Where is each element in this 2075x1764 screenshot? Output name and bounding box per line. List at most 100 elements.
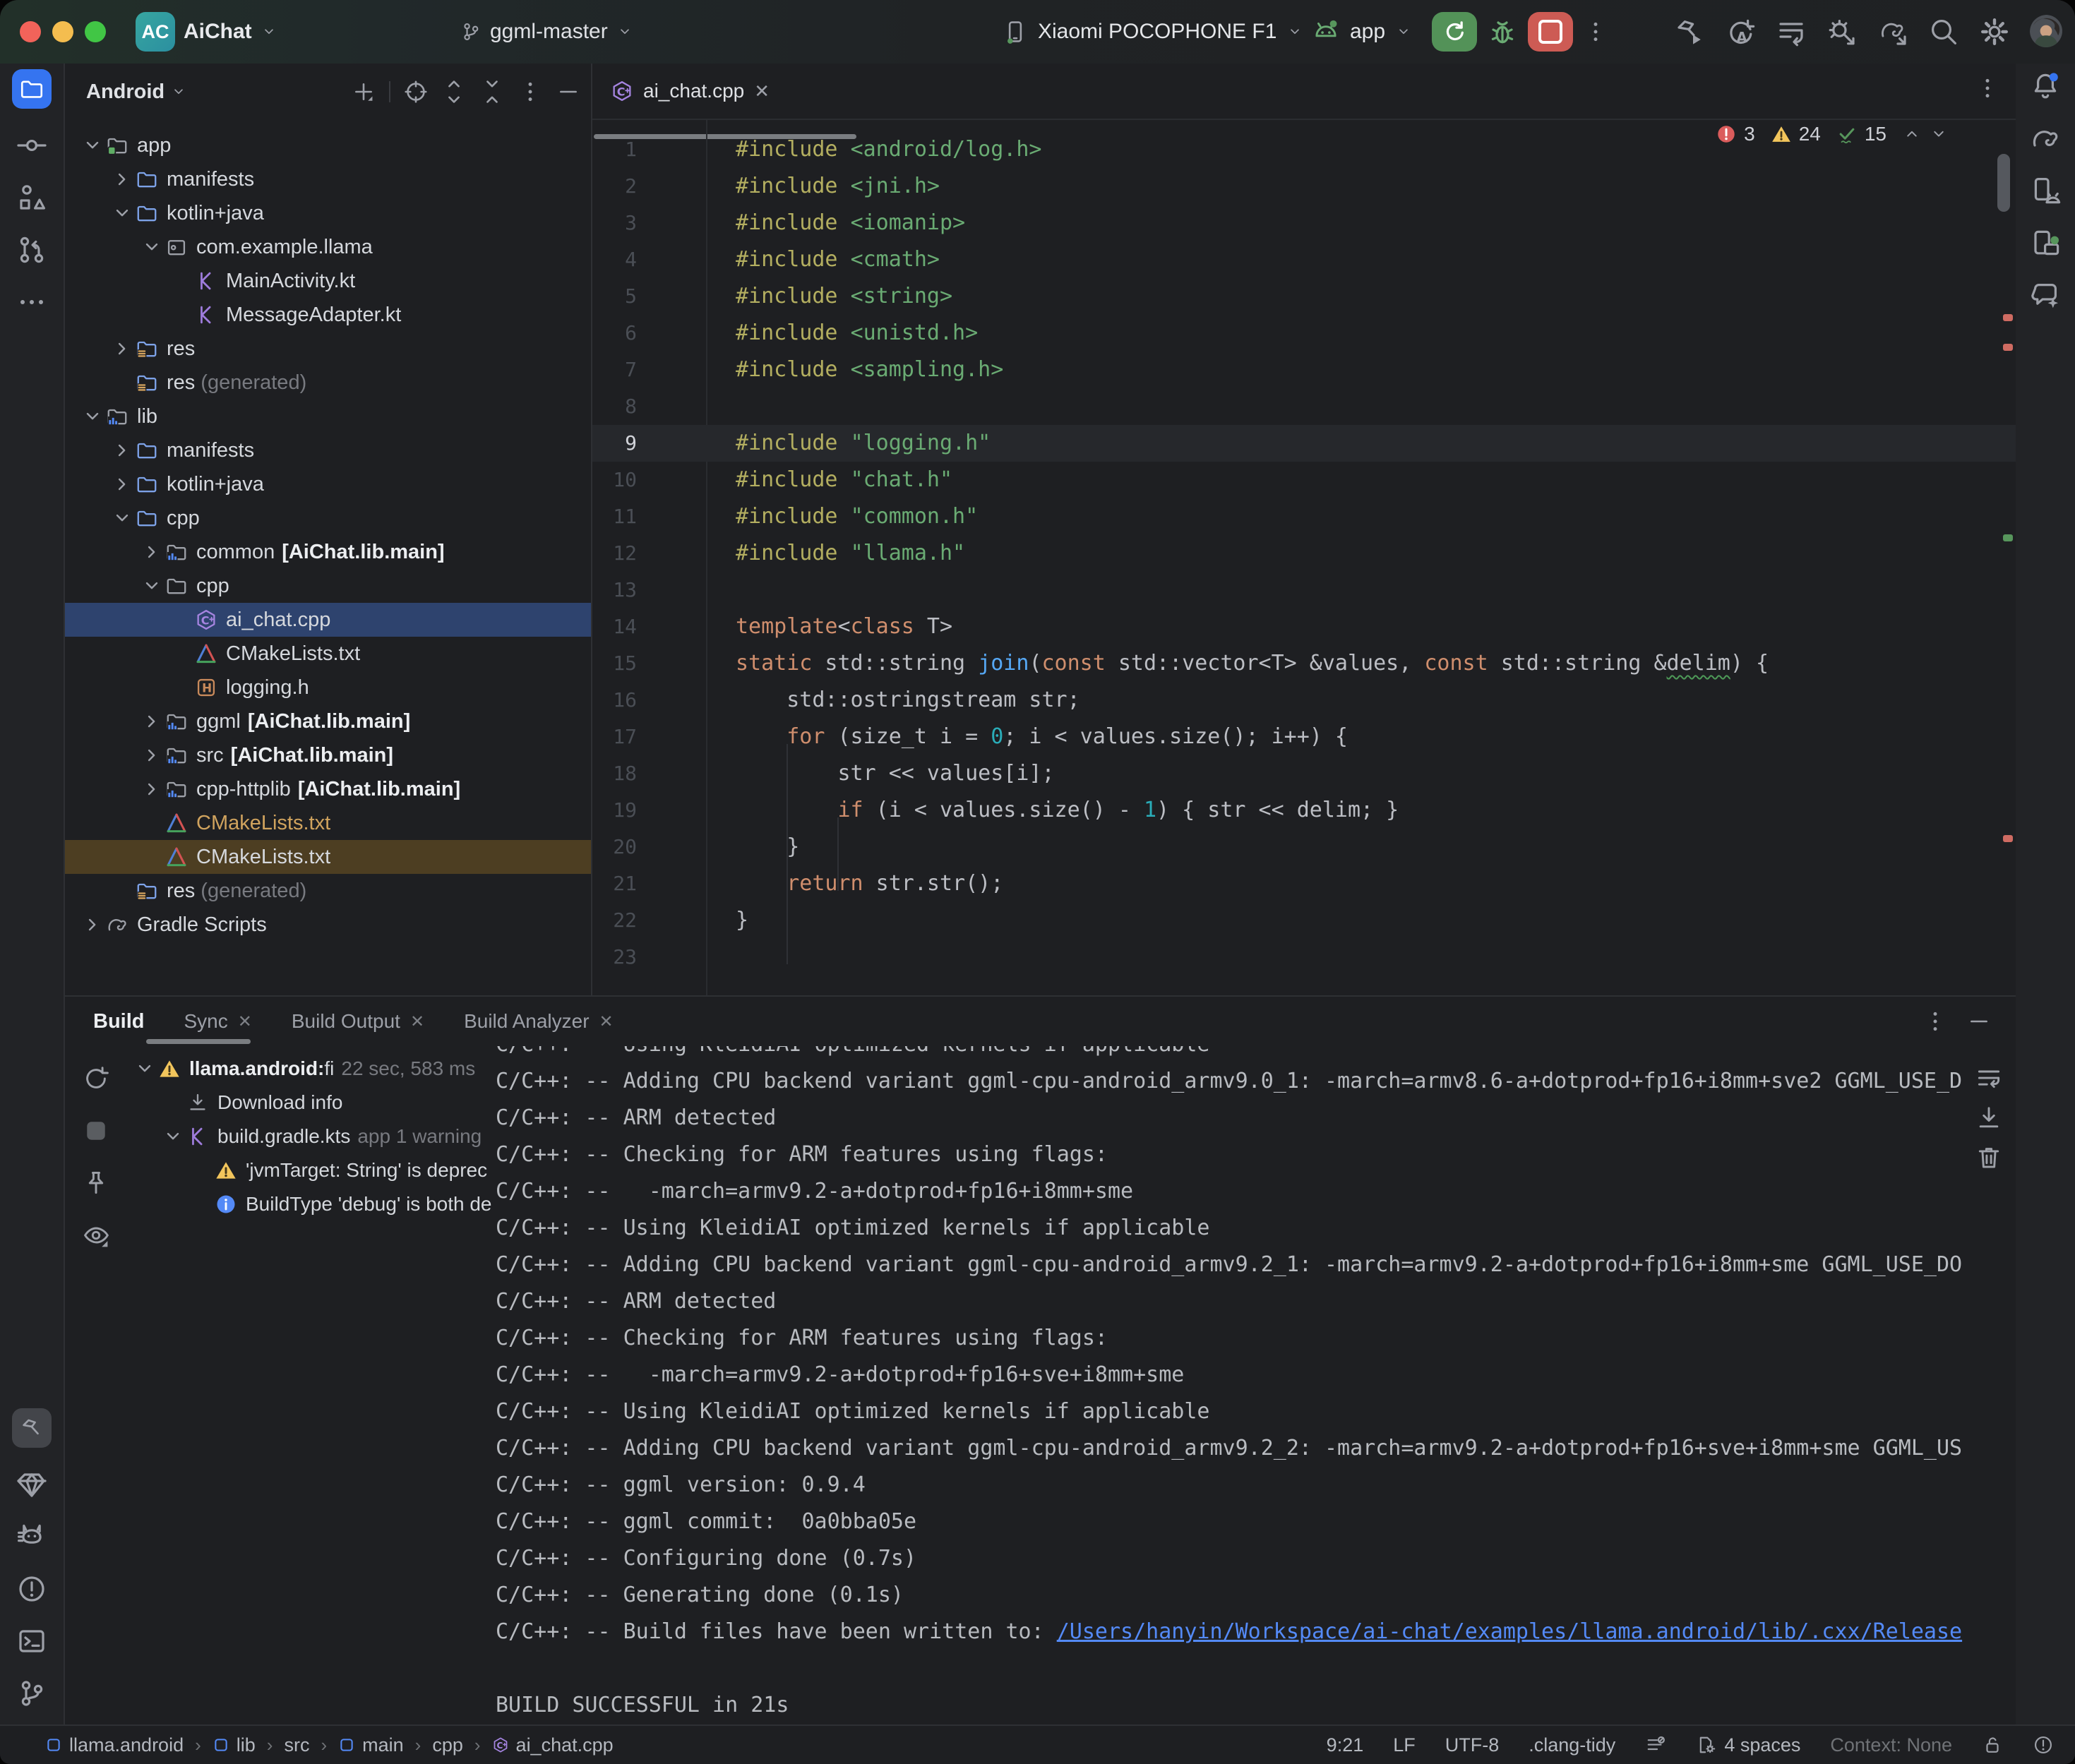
breadcrumb-item[interactable]: main bbox=[338, 1734, 404, 1756]
running-devices-icon[interactable] bbox=[2030, 227, 2061, 258]
close-window-button[interactable] bbox=[20, 21, 41, 42]
sync-translations-icon[interactable]: A bbox=[1725, 16, 1756, 47]
build-variants-icon[interactable] bbox=[1776, 16, 1807, 47]
breadcrumb[interactable]: llama.android›lib›src›main›cpp›Cai_chat.… bbox=[0, 1734, 614, 1756]
terminal-tool-icon[interactable] bbox=[16, 1626, 47, 1657]
stop-button[interactable] bbox=[1528, 12, 1573, 52]
project-tree[interactable]: appmanifestskotlin+javacom.example.llama… bbox=[65, 128, 591, 995]
more-run-options-button[interactable] bbox=[1583, 19, 1608, 44]
rerun-button[interactable] bbox=[1432, 12, 1477, 52]
chevron-right-icon[interactable] bbox=[110, 472, 134, 496]
add-new-icon[interactable] bbox=[351, 79, 376, 104]
clear-log-icon[interactable] bbox=[1975, 1144, 2003, 1172]
hide-panel-icon[interactable] bbox=[556, 79, 581, 104]
app-quality-insights-icon[interactable] bbox=[16, 1469, 47, 1500]
project-tree-row[interactable]: cpp-httplib[AiChat.lib.main] bbox=[65, 772, 591, 806]
device-manager-icon[interactable] bbox=[2030, 175, 2061, 206]
chevron-right-icon[interactable] bbox=[140, 743, 164, 767]
project-tree-row[interactable]: res(generated) bbox=[65, 874, 591, 908]
vcs-branch-widget[interactable]: ggml-master bbox=[460, 0, 633, 64]
suspend-icon[interactable] bbox=[82, 1117, 110, 1145]
project-widget[interactable]: AC AiChat bbox=[136, 0, 277, 64]
build-run-icon[interactable] bbox=[1674, 16, 1705, 47]
formatter-icon[interactable] bbox=[1645, 1734, 1666, 1756]
breadcrumb-item[interactable]: src bbox=[284, 1734, 309, 1756]
close-icon[interactable]: ✕ bbox=[599, 1012, 614, 1032]
lock-icon[interactable] bbox=[1982, 1734, 2003, 1756]
notifications-bell-icon[interactable] bbox=[2030, 71, 2061, 102]
project-tree-row[interactable]: com.example.llama bbox=[65, 230, 591, 264]
minimize-window-button[interactable] bbox=[52, 21, 73, 42]
project-tool-button[interactable] bbox=[12, 69, 52, 109]
version-control-tool-icon[interactable] bbox=[16, 1678, 47, 1709]
project-tree-row[interactable]: CMakeLists.txt bbox=[65, 637, 591, 671]
build-tree-row[interactable]: build.gradle.ktsapp 1 warning bbox=[126, 1120, 496, 1153]
scroll-to-end-icon[interactable] bbox=[1975, 1104, 2003, 1132]
project-tree-row[interactable]: manifests bbox=[65, 162, 591, 196]
expand-all-icon[interactable] bbox=[441, 79, 467, 104]
project-tree-row[interactable]: common[AiChat.lib.main] bbox=[65, 535, 591, 569]
inspection-profile[interactable]: .clang-tidy bbox=[1529, 1734, 1615, 1756]
chevron-down-icon[interactable] bbox=[140, 574, 164, 598]
line-separator[interactable]: LF bbox=[1393, 1734, 1416, 1756]
debug-button[interactable] bbox=[1487, 16, 1518, 47]
close-icon[interactable]: ✕ bbox=[410, 1012, 424, 1032]
chevron-right-icon[interactable] bbox=[140, 777, 164, 801]
chevron-down-icon[interactable] bbox=[140, 235, 164, 259]
hide-build-panel-icon[interactable] bbox=[1966, 1009, 1992, 1034]
chevron-right-icon[interactable] bbox=[140, 540, 164, 564]
close-tab-icon[interactable]: ✕ bbox=[754, 80, 770, 102]
project-tree-row[interactable]: CMakeLists.txt bbox=[65, 806, 591, 840]
chevron-down-icon[interactable] bbox=[80, 133, 104, 157]
project-tree-row[interactable]: app bbox=[65, 128, 591, 162]
tab-sync[interactable]: Sync✕ bbox=[184, 1010, 252, 1033]
prev-problem-icon[interactable] bbox=[1902, 124, 1922, 144]
project-tree-row[interactable]: cpp bbox=[65, 569, 591, 603]
project-tree-row[interactable]: MainActivity.kt bbox=[65, 264, 591, 298]
project-tree-row[interactable]: cpp bbox=[65, 501, 591, 535]
chevron-down-icon[interactable] bbox=[133, 1057, 157, 1081]
tab-build-output[interactable]: Build Output✕ bbox=[292, 1010, 424, 1033]
collapse-all-icon[interactable] bbox=[479, 79, 505, 104]
chevron-down-icon[interactable] bbox=[110, 201, 134, 225]
tab-build-analyzer[interactable]: Build Analyzer✕ bbox=[464, 1010, 614, 1033]
settings-gear-icon[interactable] bbox=[1979, 16, 2010, 47]
pin-icon[interactable] bbox=[82, 1169, 110, 1197]
error-stripe-mark[interactable] bbox=[2003, 534, 2013, 541]
project-tree-row[interactable]: ggml[AiChat.lib.main] bbox=[65, 704, 591, 738]
error-stripe-mark[interactable] bbox=[2003, 344, 2013, 351]
locate-file-icon[interactable] bbox=[403, 79, 429, 104]
logcat-icon[interactable] bbox=[16, 1521, 47, 1552]
editor-tab[interactable]: C ai_chat.cpp ✕ bbox=[592, 64, 788, 119]
project-tree-row[interactable]: Hlogging.h bbox=[65, 671, 591, 704]
project-tree-row[interactable]: Cai_chat.cpp bbox=[65, 603, 591, 637]
error-stripe-mark[interactable] bbox=[2003, 314, 2013, 321]
view-options-eye-icon[interactable] bbox=[82, 1221, 110, 1249]
search-everywhere-icon[interactable] bbox=[1928, 16, 1959, 47]
build-output-link[interactable]: /Users/hanyin/Workspace/ai-chat/examples… bbox=[1057, 1619, 1962, 1644]
project-tree-row[interactable]: res(generated) bbox=[65, 366, 591, 400]
chevron-right-icon[interactable] bbox=[110, 438, 134, 462]
build-tree-row[interactable]: Download info bbox=[126, 1086, 496, 1120]
build-tree-row[interactable]: BuildType 'debug' is both de bbox=[126, 1187, 496, 1221]
next-problem-icon[interactable] bbox=[1929, 124, 1949, 144]
build-options-icon[interactable] bbox=[1922, 1009, 1948, 1034]
soft-wrap-icon[interactable] bbox=[1975, 1064, 2003, 1093]
breadcrumb-item[interactable]: lib bbox=[213, 1734, 256, 1756]
project-tree-row[interactable]: res bbox=[65, 332, 591, 366]
problems-tool-icon[interactable] bbox=[16, 1573, 47, 1604]
build-log[interactable]: C/C++: -- Using KleidiAI optimized kerne… bbox=[496, 1046, 2016, 1726]
project-view-selector[interactable]: Android bbox=[86, 80, 187, 104]
pull-requests-tool-icon[interactable] bbox=[16, 234, 47, 265]
refresh-icon[interactable] bbox=[82, 1064, 110, 1093]
editor-scrollbar-thumb[interactable] bbox=[1997, 154, 2010, 212]
project-tree-row[interactable]: src[AiChat.lib.main] bbox=[65, 738, 591, 772]
code-area[interactable]: 1#include <android/log.h>2#include <jni.… bbox=[592, 120, 2016, 995]
error-stripe-mark[interactable] bbox=[2003, 835, 2013, 842]
chevron-right-icon[interactable] bbox=[140, 709, 164, 733]
gemini-chat-icon[interactable] bbox=[2030, 280, 2061, 311]
caret-position[interactable]: 9:21 bbox=[1327, 1734, 1364, 1756]
project-tree-row[interactable]: lib bbox=[65, 400, 591, 433]
build-tree-row[interactable]: llama.android: fi22 sec, 583 ms bbox=[126, 1052, 496, 1086]
gradle-sync-icon[interactable] bbox=[1877, 16, 1908, 47]
